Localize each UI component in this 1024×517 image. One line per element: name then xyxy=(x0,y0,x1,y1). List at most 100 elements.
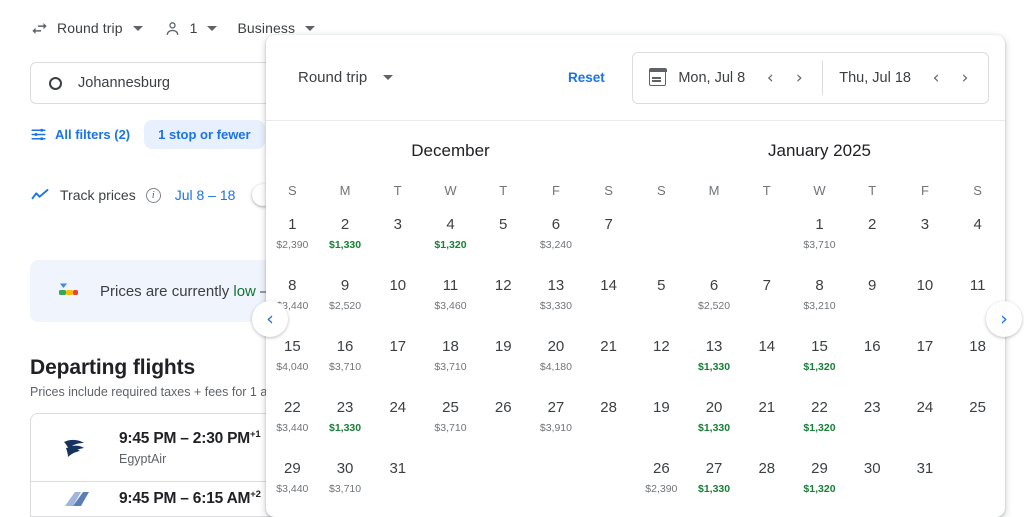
calendar-day-cell[interactable]: 18 xyxy=(951,338,1004,381)
calendar-day-cell[interactable]: 17 xyxy=(899,338,952,381)
all-filters-button[interactable]: All filters (2) xyxy=(30,126,130,143)
calendar-day-cell[interactable]: 28 xyxy=(582,399,635,442)
return-next-day-button[interactable]: › xyxy=(952,63,978,93)
calendar-day-cell[interactable]: 7 xyxy=(740,277,793,320)
calendar-day-cell[interactable]: 14 xyxy=(740,338,793,381)
calendar-day-cell[interactable]: 12 xyxy=(635,338,688,381)
calendar-day-cell[interactable]: 30 xyxy=(846,460,899,503)
calendar-day-cell[interactable]: 15 $4,040 xyxy=(266,338,319,381)
filter-chip-stops[interactable]: 1 stop or fewer xyxy=(144,120,265,149)
calendar-day-cell[interactable]: 9 $2,520 xyxy=(319,277,372,320)
calendar-day-cell[interactable]: 22 $1,320 xyxy=(793,399,846,442)
calendar-day-cell[interactable]: 21 xyxy=(740,399,793,442)
calendar-day-number: 8 xyxy=(815,277,824,294)
return-prev-day-button[interactable]: ‹ xyxy=(923,63,949,93)
calendar-day-price: $3,910 xyxy=(539,422,572,434)
calendar-day-cell[interactable]: 25 xyxy=(951,399,1004,442)
calendar-day-cell[interactable]: 20 $1,330 xyxy=(688,399,741,442)
calendar-day-cell[interactable]: 29 $1,320 xyxy=(793,460,846,503)
banner-prefix: Prices are currently xyxy=(100,282,234,300)
calendar-day-cell[interactable]: 20 $4,180 xyxy=(530,338,583,381)
calendar-prev-month-button[interactable]: ‹ xyxy=(252,301,288,337)
calendar-day-cell[interactable]: 27 $1,330 xyxy=(688,460,741,503)
calendar-day-cell[interactable]: 18 $3,710 xyxy=(424,338,477,381)
calendar-day-cell[interactable]: 14 xyxy=(582,277,635,320)
departure-prev-day-button[interactable]: ‹ xyxy=(757,63,783,93)
calendar-day-cell[interactable]: 5 xyxy=(477,216,530,259)
calendar-day-number: 1 xyxy=(815,216,824,233)
calendar-day-cell[interactable]: 1 $3,710 xyxy=(793,216,846,259)
departure-date-segment[interactable]: Mon, Jul 8 ‹ › xyxy=(633,53,822,103)
calendar-day-cell[interactable]: 7 xyxy=(582,216,635,259)
calendar-day-price: $3,710 xyxy=(803,239,836,251)
calendar-day-cell[interactable]: 3 xyxy=(371,216,424,259)
calendar-day-cell[interactable]: 3 xyxy=(899,216,952,259)
date-picker-header: Round trip Reset Mon, Jul 8 ‹ › Thu, Jul… xyxy=(266,35,1005,121)
calendar-day-cell[interactable]: 8 $3,210 xyxy=(793,277,846,320)
calendar-day-number: 30 xyxy=(863,460,881,477)
calendar-day-cell[interactable]: 31 xyxy=(899,460,952,503)
return-date-segment[interactable]: Thu, Jul 18 ‹ › xyxy=(823,53,988,103)
info-icon[interactable]: i xyxy=(145,187,161,203)
calendar-day-cell[interactable]: 12 xyxy=(477,277,530,320)
calendar-day-cell[interactable]: 11 $3,460 xyxy=(424,277,477,320)
airline-logo xyxy=(57,484,97,514)
calendar-day-cell[interactable]: 5 xyxy=(635,277,688,320)
calendar-day-cell[interactable]: 23 xyxy=(846,399,899,442)
calendar-day-cell[interactable]: 16 $3,710 xyxy=(319,338,372,381)
reset-button[interactable]: Reset xyxy=(568,70,605,85)
calendar-day-cell[interactable]: 27 $3,910 xyxy=(530,399,583,442)
trip-type-selector[interactable]: Round trip xyxy=(30,19,143,38)
calendar-day-cell[interactable]: 13 $1,330 xyxy=(688,338,741,381)
calendar-empty-cell xyxy=(424,460,477,503)
calendar-day-number: 18 xyxy=(969,338,986,355)
calendar-day-cell[interactable]: 26 xyxy=(477,399,530,442)
calendar-day-cell[interactable]: 10 xyxy=(899,277,952,320)
departure-next-day-button[interactable]: › xyxy=(786,63,812,93)
calendar-day-cell[interactable]: 17 xyxy=(371,338,424,381)
modal-trip-type-selector[interactable]: Round trip xyxy=(298,69,394,86)
calendar-day-cell[interactable]: 26 $2,390 xyxy=(635,460,688,503)
calendar-day-cell[interactable]: 1 $2,390 xyxy=(266,216,319,259)
calendar-empty-cell xyxy=(635,216,688,259)
calendar-day-cell[interactable]: 10 xyxy=(371,277,424,320)
calendar-day-number: 31 xyxy=(389,460,407,477)
calendar-day-number: 11 xyxy=(442,277,459,294)
calendar-day-cell[interactable]: 2 $1,330 xyxy=(319,216,372,259)
calendar-day-number: 30 xyxy=(336,460,354,477)
calendar-day-number: 15 xyxy=(284,338,301,355)
month-day-grid: 1 $2,390 2 $1,330 3 4 $1,320 5 6 $3,240 7 8 $3,440 9 $… xyxy=(266,216,635,503)
calendar-next-month-button[interactable]: › xyxy=(986,301,1022,337)
calendar-month-december: December S M T W T F S 1 $2,390 2 $1,330 3 4 $1,320 5… xyxy=(266,141,635,503)
calendar-day-cell[interactable]: 19 xyxy=(477,338,530,381)
flight-airline: EgyptAir xyxy=(119,451,167,466)
calendar-day-cell[interactable]: 23 $1,330 xyxy=(319,399,372,442)
calendar-day-cell[interactable]: 6 $3,240 xyxy=(530,216,583,259)
calendar-day-cell[interactable]: 22 $3,440 xyxy=(266,399,319,442)
calendar-day-cell[interactable]: 13 $3,330 xyxy=(530,277,583,320)
calendar-day-cell[interactable]: 30 $3,710 xyxy=(319,460,372,503)
calendar-day-cell[interactable]: 2 xyxy=(846,216,899,259)
calendar-day-cell[interactable]: 9 xyxy=(846,277,899,320)
weekday-header: SMTWTFS xyxy=(635,183,1004,198)
calendar-day-cell[interactable]: 21 xyxy=(582,338,635,381)
calendar-day-cell[interactable]: 15 $1,320 xyxy=(793,338,846,381)
calendar-day-cell[interactable]: 24 xyxy=(371,399,424,442)
calendar-day-number: 17 xyxy=(916,338,934,355)
calendar-day-cell[interactable]: 4 xyxy=(951,216,1004,259)
calendar-day-cell[interactable]: 16 xyxy=(846,338,899,381)
passengers-selector[interactable]: 1 xyxy=(163,19,218,38)
calendar-day-cell[interactable]: 4 $1,320 xyxy=(424,216,477,259)
origin-value: Johannesburg xyxy=(78,75,170,91)
calendar-day-cell[interactable]: 31 xyxy=(371,460,424,503)
price-insight-text: Prices are currently low – xyxy=(100,283,268,300)
calendar-day-cell[interactable]: 19 xyxy=(635,399,688,442)
calendar-day-cell[interactable]: 24 xyxy=(899,399,952,442)
weekday-label: T xyxy=(868,183,877,198)
calendar-day-cell[interactable]: 28 xyxy=(740,460,793,503)
calendar-day-cell[interactable]: 6 $2,520 xyxy=(688,277,741,320)
person-icon xyxy=(163,19,182,38)
calendar-day-cell[interactable]: 25 $3,710 xyxy=(424,399,477,442)
cabin-class-selector[interactable]: Business xyxy=(237,20,316,36)
calendar-day-cell[interactable]: 29 $3,440 xyxy=(266,460,319,503)
